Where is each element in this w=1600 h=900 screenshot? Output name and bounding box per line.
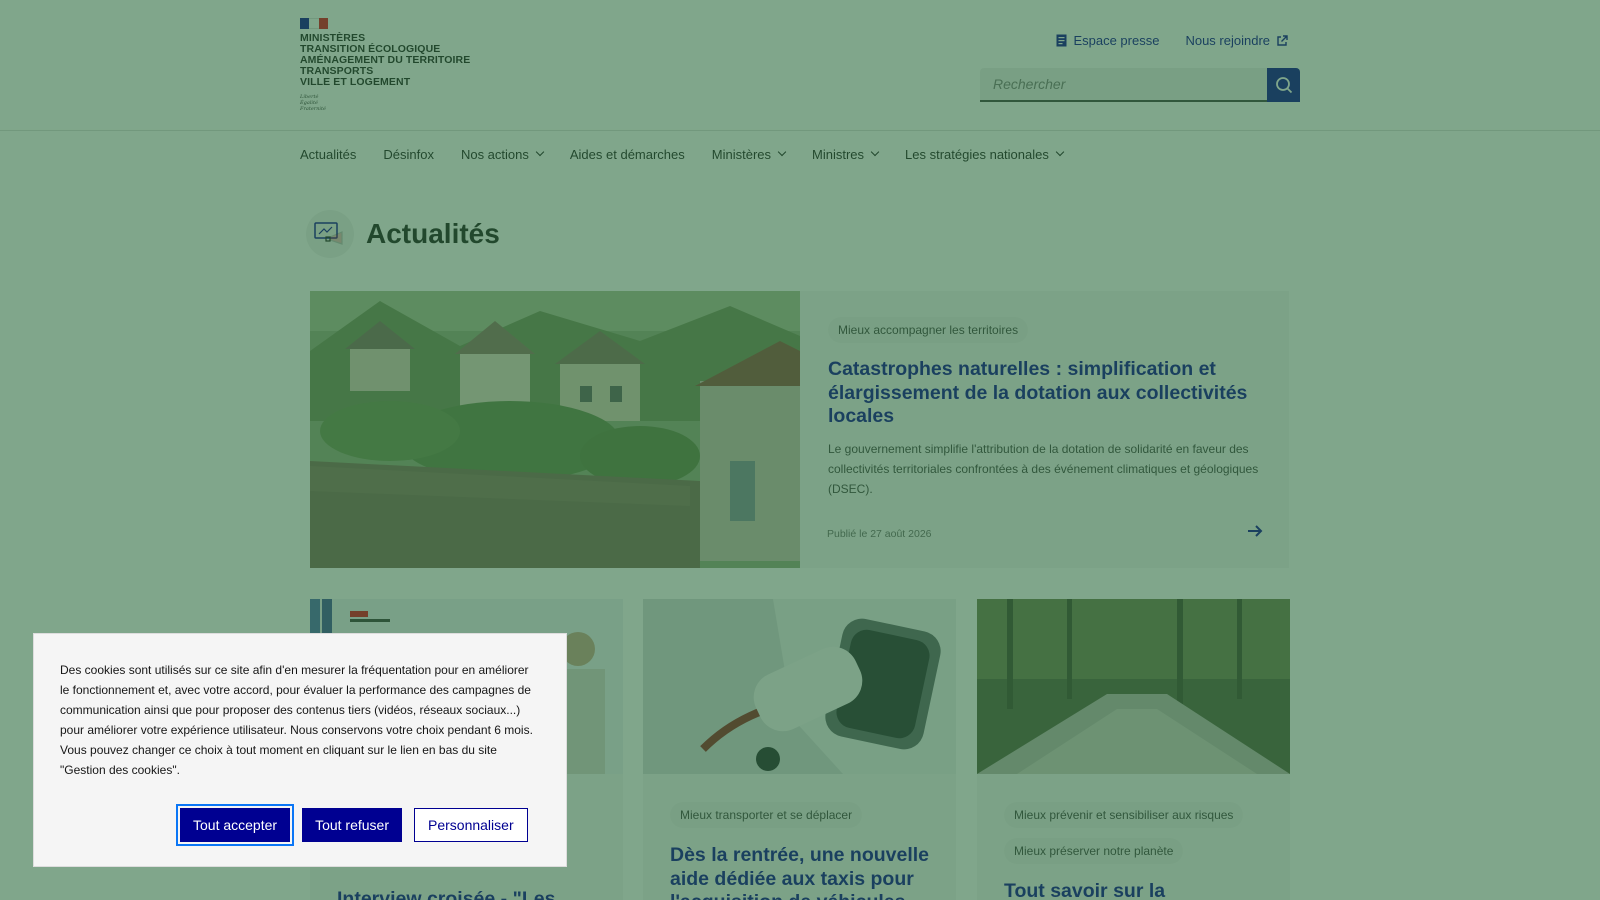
ministry-name: MINISTÈRES TRANSITION ÉCOLOGIQUE AMÉNAGE… (300, 33, 470, 88)
chevron-down-icon (777, 147, 787, 157)
nav-label: Ministres (812, 146, 865, 162)
nav-item-nos-actions[interactable]: Nos actions (460, 146, 545, 162)
refuse-all-button[interactable]: Tout refuser (302, 808, 402, 842)
join-label: Nous rejoindre (1185, 33, 1270, 48)
nav-item-strategies[interactable]: Les stratégies nationales (905, 146, 1065, 162)
featured-article-title[interactable]: Catastrophes naturelles : simplification… (828, 358, 1261, 429)
nav-item-aides[interactable]: Aides et démarches (570, 147, 685, 162)
featured-article-body: Mieux accompagner les territoires Catast… (800, 291, 1289, 568)
search-bar (980, 68, 1300, 102)
nav-label: Nos actions (460, 146, 529, 162)
document-icon (1056, 34, 1067, 47)
join-link[interactable]: Nous rejoindre (1185, 33, 1288, 48)
cookie-actions: Tout accepter Tout refuser Personnaliser (175, 804, 528, 846)
article-card-title[interactable]: Tout savoir sur la sécheresse (1004, 880, 1263, 900)
featured-article-description: Le gouvernement simplifie l'attribution … (828, 441, 1259, 496)
ev-charging-photo (643, 599, 956, 774)
article-card-title[interactable]: Interview croisée - "Les (337, 888, 596, 900)
article-tag[interactable]: Mieux préserver notre planète (1004, 838, 1184, 864)
main-navigation: Actualités Désinfox Nos actions Aides et… (0, 130, 1600, 177)
nav-label: Aides et démarches (569, 146, 685, 162)
ministry-logo[interactable]: MINISTÈRES TRANSITION ÉCOLOGIQUE AMÉNAGE… (300, 18, 470, 112)
nav-item-actualites[interactable]: Actualités (300, 147, 356, 162)
drought-riverbed-photo (977, 599, 1290, 774)
article-tag[interactable]: Mieux accompagner les territoires (828, 317, 1029, 343)
chevron-down-icon (535, 147, 545, 157)
article-tag[interactable]: Mieux prévenir et sensibiliser aux risqu… (1004, 802, 1244, 828)
chevron-down-icon (870, 147, 880, 157)
publish-date: Publié le 27 août 2026 (827, 528, 932, 540)
site-header: MINISTÈRES TRANSITION ÉCOLOGIQUE AMÉNAGE… (0, 0, 1600, 130)
header-tools: Espace presse Nous rejoindre (1056, 33, 1288, 48)
accept-all-button[interactable]: Tout accepter (175, 804, 295, 846)
ministry-line: VILLE ET LOGEMENT (300, 76, 411, 88)
external-link-icon (1277, 34, 1288, 46)
megaphone-icon (306, 210, 354, 258)
article-card-body: Mieux transporter et se déplacer Dès la … (643, 774, 956, 900)
flood-photo (310, 291, 800, 568)
page-title: Actualités (366, 218, 500, 249)
customize-button[interactable]: Personnaliser (414, 808, 528, 842)
article-card-body: Mieux prévenir et sensibiliser aux risqu… (977, 774, 1290, 900)
nav-item-ministres[interactable]: Ministres (812, 146, 880, 162)
featured-article[interactable]: Mieux accompagner les territoires Catast… (310, 291, 1289, 568)
article-tag[interactable]: Mieux transporter et se déplacer (670, 802, 863, 828)
cookie-consent-text: Des cookies sont utilisés sur ce site af… (60, 663, 533, 777)
nav-item-desinfox[interactable]: Désinfox (383, 147, 434, 162)
nav-label: Ministères (711, 146, 772, 162)
nav-label: Actualités (300, 146, 357, 162)
chevron-down-icon (1055, 147, 1065, 157)
press-label: Espace presse (1073, 33, 1160, 48)
page-header: Actualités (306, 210, 500, 258)
republic-motto: Liberté Égalité Fraternité (300, 94, 470, 112)
nav-item-ministeres[interactable]: Ministères (711, 146, 787, 162)
nav-label: Les stratégies nationales (905, 146, 1049, 162)
search-icon (1275, 77, 1292, 94)
search-input[interactable] (980, 68, 1267, 102)
press-link[interactable]: Espace presse (1056, 33, 1159, 48)
arrow-right-icon[interactable] (1247, 524, 1263, 543)
motto-line: Fraternité (300, 106, 326, 112)
nav-label: Désinfox (383, 146, 434, 162)
french-flag-icon (300, 18, 328, 29)
cookie-consent-banner: Des cookies sont utilisés sur ce site af… (33, 633, 567, 867)
article-card[interactable]: Mieux prévenir et sensibiliser aux risqu… (977, 599, 1290, 900)
article-card-title[interactable]: Dès la rentrée, une nouvelle aide dédiée… (670, 844, 929, 900)
article-card[interactable]: Mieux transporter et se déplacer Dès la … (643, 599, 956, 900)
search-button[interactable] (1267, 68, 1300, 102)
